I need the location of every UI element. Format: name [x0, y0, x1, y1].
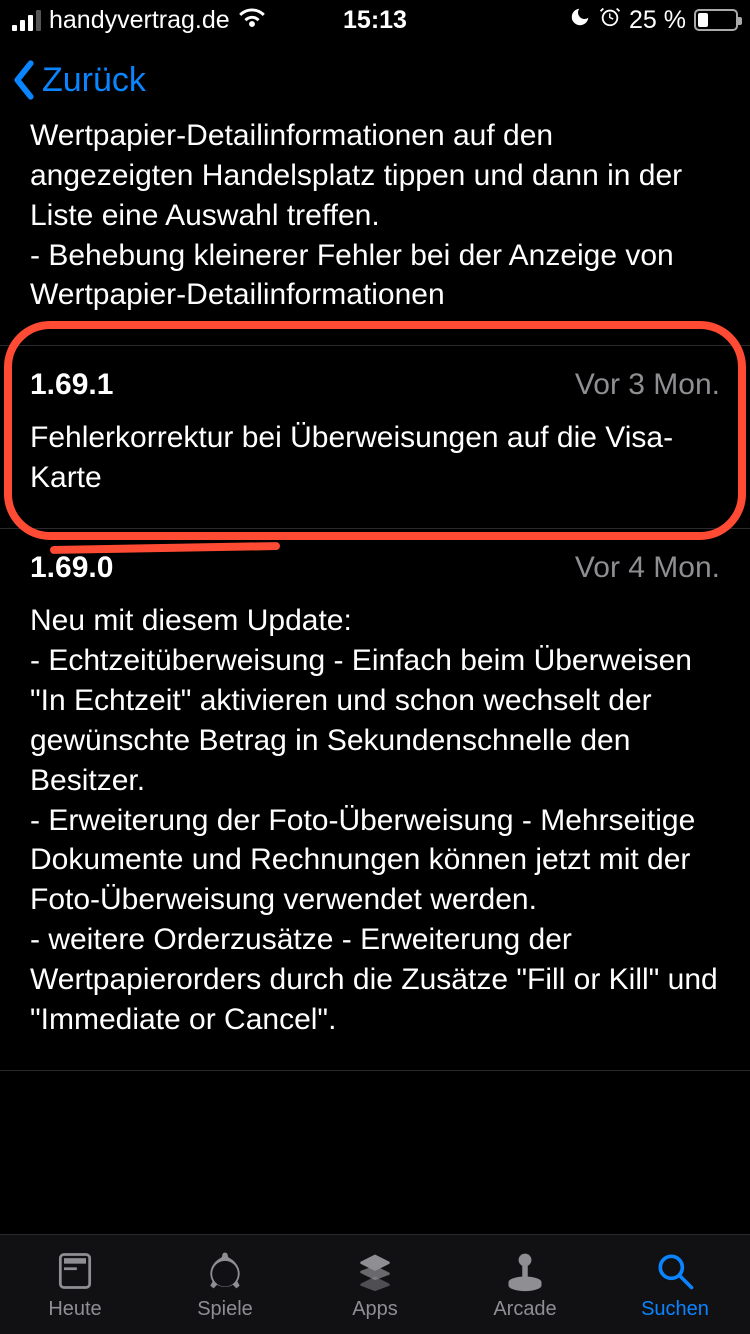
- back-button[interactable]: Zurück: [10, 60, 146, 100]
- search-icon: [651, 1248, 699, 1294]
- tab-label: Heute: [48, 1298, 101, 1321]
- arcade-icon: [501, 1248, 549, 1294]
- today-icon: [51, 1248, 99, 1294]
- moon-icon: [569, 6, 591, 35]
- tab-label: Apps: [352, 1298, 398, 1321]
- version-number: 1.69.1: [30, 368, 113, 402]
- version-block: angezeigt werden. Hierzu einfach in den …: [0, 120, 750, 345]
- cell-signal-icon: [12, 9, 41, 31]
- version-block: 1.69.1 Vor 3 Mon. Fehlerkorrektur bei Über…: [0, 345, 750, 528]
- tab-search[interactable]: Suchen: [600, 1235, 750, 1334]
- version-history-list[interactable]: angezeigt werden. Hierzu einfach in den …: [0, 120, 750, 1234]
- tab-label: Spiele: [197, 1298, 253, 1321]
- status-right: 25 %: [569, 6, 738, 35]
- version-divider: [0, 1070, 750, 1123]
- games-icon: [201, 1248, 249, 1294]
- tab-today[interactable]: Heute: [0, 1235, 150, 1334]
- version-notes: Fehlerkorrektur bei Überweisungen auf di…: [30, 418, 720, 498]
- tab-games[interactable]: Spiele: [150, 1235, 300, 1334]
- status-left: handyvertrag.de: [12, 6, 266, 35]
- battery-icon: [694, 9, 738, 31]
- version-block: 1.69.0 Vor 4 Mon. Neu mit diesem Update: -…: [0, 528, 750, 1070]
- version-age: Vor 4 Mon.: [575, 551, 720, 585]
- tab-arcade[interactable]: Arcade: [450, 1235, 600, 1334]
- tab-label: Arcade: [493, 1298, 556, 1321]
- version-notes: angezeigt werden. Hierzu einfach in den …: [30, 120, 720, 315]
- status-bar: handyvertrag.de 15:13 25 %: [0, 0, 750, 40]
- wifi-icon: [238, 6, 266, 35]
- battery-fill: [698, 13, 708, 27]
- version-header: 1.69.1 Vor 3 Mon.: [30, 368, 720, 402]
- version-age: Vor 3 Mon.: [575, 368, 720, 402]
- tab-label: Suchen: [641, 1298, 709, 1321]
- version-header: 1.69.0 Vor 4 Mon.: [30, 551, 720, 585]
- version-number: 1.69.0: [30, 551, 113, 585]
- battery-percent-label: 25 %: [629, 6, 686, 35]
- alarm-icon: [599, 6, 621, 35]
- chevron-left-icon: [10, 60, 38, 100]
- version-notes: Neu mit diesem Update: - Echtzeitüberwei…: [30, 601, 720, 1040]
- back-label: Zurück: [42, 61, 146, 100]
- tab-apps[interactable]: Apps: [300, 1235, 450, 1334]
- nav-bar: Zurück: [0, 40, 750, 120]
- tab-bar: Heute Spiele Apps Arcade Suchen: [0, 1234, 750, 1334]
- carrier-label: handyvertrag.de: [49, 6, 230, 35]
- apps-icon: [351, 1248, 399, 1294]
